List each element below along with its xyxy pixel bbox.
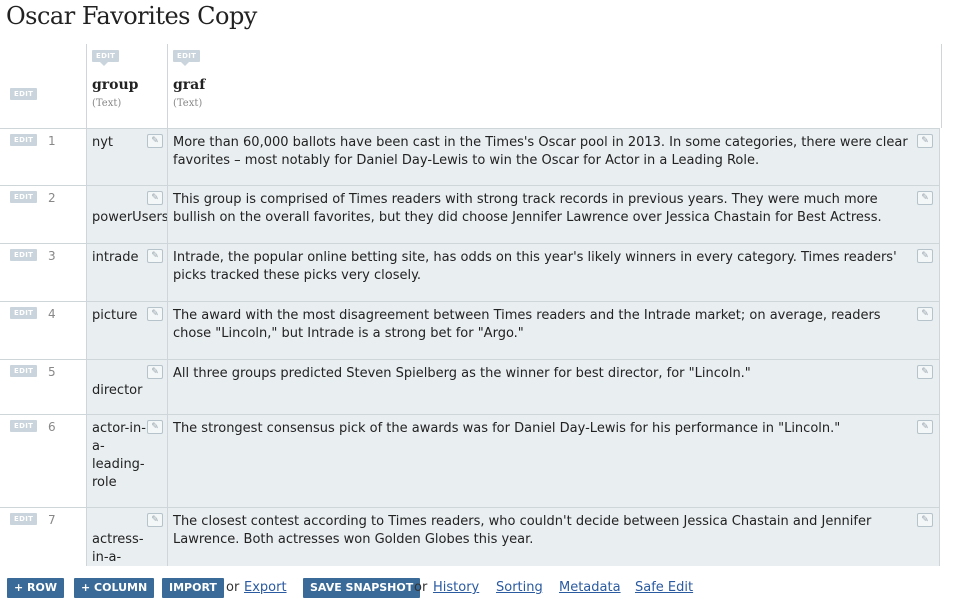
edit-row-button[interactable]: EDIT <box>10 420 38 432</box>
table-row: EDIT 6 actor-in-a-leading-role ✎ The str… <box>0 414 940 508</box>
pencil-icon[interactable]: ✎ <box>147 249 163 263</box>
pencil-icon[interactable]: ✎ <box>147 513 163 527</box>
group-cell[interactable]: director ✎ <box>86 360 167 415</box>
or-text: or <box>226 580 240 595</box>
pencil-icon[interactable]: ✎ <box>917 249 933 263</box>
row-header: EDIT 1 <box>0 129 86 186</box>
row-number: 4 <box>48 307 56 321</box>
column-name: group <box>92 77 139 93</box>
group-cell-text: powerUsers <box>92 210 167 225</box>
column-name: graf <box>173 77 206 93</box>
column-type: (Text) <box>173 98 203 109</box>
row-header: EDIT 7 <box>0 508 86 566</box>
pencil-icon[interactable]: ✎ <box>917 365 933 379</box>
bottom-toolbar: + ROW + COLUMN IMPORT or Export SAVE SNA… <box>0 566 967 608</box>
pencil-icon[interactable]: ✎ <box>147 134 163 148</box>
graf-cell[interactable]: This group is comprised of Times readers… <box>167 186 940 244</box>
row-header: EDIT 3 <box>0 244 86 302</box>
graf-cell[interactable]: Intrade, the popular online betting site… <box>167 244 940 302</box>
table-row: EDIT 7 actress-in-a- ✎ The closest conte… <box>0 507 940 566</box>
pencil-icon[interactable]: ✎ <box>147 420 163 434</box>
import-button[interactable]: IMPORT <box>162 578 224 598</box>
table-row: EDIT 4 picture ✎ The award with the most… <box>0 301 940 360</box>
table-row: EDIT 5 director ✎ All three groups predi… <box>0 359 940 415</box>
graf-cell-text: The award with the most disagreement bet… <box>173 308 881 341</box>
graf-cell-text: The strongest consensus pick of the awar… <box>173 421 841 436</box>
group-cell[interactable]: actor-in-a-leading-role ✎ <box>86 415 167 508</box>
pencil-icon[interactable]: ✎ <box>917 134 933 148</box>
graf-cell[interactable]: The closest contest according to Times r… <box>167 508 940 566</box>
column-header-group: EDIT group (Text) <box>86 44 168 128</box>
edit-row-button[interactable]: EDIT <box>10 365 38 377</box>
graf-cell-text: More than 60,000 ballots have been cast … <box>173 135 908 168</box>
page-title: Oscar Favorites Copy <box>6 2 257 30</box>
edit-row-button[interactable]: EDIT <box>10 249 38 261</box>
edit-row-button[interactable]: EDIT <box>10 307 38 319</box>
table-row: EDIT 2 powerUsers ✎ This group is compri… <box>0 185 940 244</box>
add-column-button[interactable]: + COLUMN <box>74 578 155 598</box>
save-snapshot-button[interactable]: SAVE SNAPSHOT <box>303 578 421 598</box>
edit-row-button[interactable]: EDIT <box>10 134 38 146</box>
group-cell[interactable]: nyt ✎ <box>86 129 167 186</box>
add-row-button[interactable]: + ROW <box>7 578 65 598</box>
row-number: 2 <box>48 191 56 205</box>
pencil-icon[interactable]: ✎ <box>147 365 163 379</box>
graf-cell[interactable]: More than 60,000 ballots have been cast … <box>167 129 940 186</box>
pencil-icon[interactable]: ✎ <box>917 191 933 205</box>
data-grid: EDIT EDIT group (Text) EDIT graf (Text) … <box>0 44 967 566</box>
metadata-link[interactable]: Metadata <box>559 580 621 595</box>
group-cell[interactable]: intrade ✎ <box>86 244 167 302</box>
group-cell[interactable]: powerUsers ✎ <box>86 186 167 244</box>
graf-cell-text: This group is comprised of Times readers… <box>173 192 882 225</box>
graf-cell-text: The closest contest according to Times r… <box>173 514 872 547</box>
history-link[interactable]: History <box>433 580 479 595</box>
pencil-icon[interactable]: ✎ <box>147 307 163 321</box>
group-cell[interactable]: actress-in-a- ✎ <box>86 508 167 566</box>
row-header: EDIT 2 <box>0 186 86 244</box>
column-header-graf: EDIT graf (Text) <box>167 44 942 128</box>
row-number: 5 <box>48 365 56 379</box>
row-header: EDIT 4 <box>0 302 86 360</box>
table-row: EDIT 1 nyt ✎ More than 60,000 ballots ha… <box>0 128 940 186</box>
edit-column-button[interactable]: EDIT <box>92 50 120 66</box>
column-type: (Text) <box>92 98 122 109</box>
edit-all-rows-button[interactable]: EDIT <box>10 88 38 100</box>
row-number: 7 <box>48 513 56 527</box>
pencil-icon[interactable]: ✎ <box>917 420 933 434</box>
graf-cell[interactable]: All three groups predicted Steven Spielb… <box>167 360 940 415</box>
graf-cell[interactable]: The award with the most disagreement bet… <box>167 302 940 360</box>
row-number: 3 <box>48 249 56 263</box>
group-cell-text: actor-in-a-leading-role <box>92 421 146 490</box>
or-text: or <box>414 580 428 595</box>
edit-column-button[interactable]: EDIT <box>173 50 201 66</box>
row-number: 1 <box>48 134 56 148</box>
table-row: EDIT 3 intrade ✎ Intrade, the popular on… <box>0 243 940 302</box>
graf-cell-text: All three groups predicted Steven Spielb… <box>173 366 751 381</box>
pencil-icon[interactable]: ✎ <box>917 513 933 527</box>
edit-row-button[interactable]: EDIT <box>10 513 38 525</box>
edit-row-button[interactable]: EDIT <box>10 191 38 203</box>
export-link[interactable]: Export <box>244 580 287 595</box>
row-number: 6 <box>48 420 56 434</box>
header-corner: EDIT <box>0 44 86 128</box>
group-cell[interactable]: picture ✎ <box>86 302 167 360</box>
row-header: EDIT 5 <box>0 360 86 415</box>
group-cell-text: actress-in-a- <box>92 532 144 565</box>
group-cell-text: director <box>92 383 143 398</box>
graf-cell[interactable]: The strongest consensus pick of the awar… <box>167 415 940 508</box>
pencil-icon[interactable]: ✎ <box>147 191 163 205</box>
safe-edit-link[interactable]: Safe Edit <box>635 580 693 595</box>
pencil-icon[interactable]: ✎ <box>917 307 933 321</box>
row-header: EDIT 6 <box>0 415 86 508</box>
graf-cell-text: Intrade, the popular online betting site… <box>173 250 897 283</box>
sorting-link[interactable]: Sorting <box>496 580 543 595</box>
